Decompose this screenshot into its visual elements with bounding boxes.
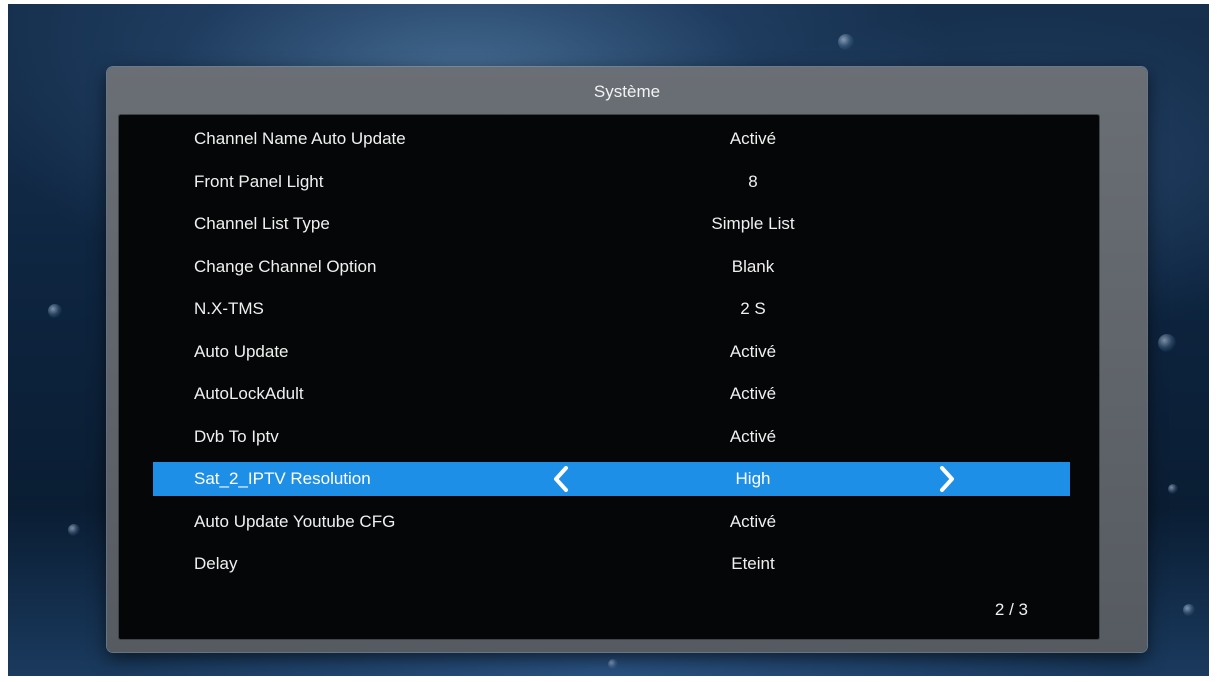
setting-value: Activé <box>729 129 777 148</box>
setting-value: 2 S <box>740 299 766 318</box>
setting-value: Blank <box>731 256 775 276</box>
water-drop-decoration <box>1183 604 1195 616</box>
setting-row[interactable]: Auto Update Youtube CFG Activé <box>153 505 1070 539</box>
setting-label: Channel List Type <box>194 214 330 233</box>
setting-value: Activé <box>729 426 777 446</box>
setting-value: Activé <box>729 341 777 361</box>
setting-label: AutoLockAdult <box>194 384 304 403</box>
page-indicator: 2 / 3 <box>994 600 1028 619</box>
water-drop-decoration <box>1158 334 1176 352</box>
setting-row[interactable]: Sat_2_IPTV Resolution High <box>153 462 1070 496</box>
setting-label: Front Panel Light <box>194 171 324 191</box>
setting-label: Dvb To Iptv <box>194 426 279 446</box>
setting-value: 8 <box>748 171 758 191</box>
setting-value: Activé <box>729 384 777 403</box>
water-drop-decoration <box>608 659 618 669</box>
setting-value: Simple List <box>711 214 795 233</box>
water-drop-decoration <box>1168 484 1178 494</box>
tv-screen: Système Channel Name Auto Update Activé Fr… <box>8 4 1209 676</box>
setting-label: Change Channel Option <box>194 256 377 276</box>
setting-value: Eteint <box>731 554 775 573</box>
setting-value: High <box>735 469 771 488</box>
setting-row[interactable]: Channel List Type Simple List <box>153 207 1070 241</box>
chevron-left-icon[interactable] <box>549 466 575 492</box>
settings-list-area: Channel Name Auto Update Activé Front Pane… <box>118 114 1100 640</box>
water-drop-decoration <box>68 524 80 536</box>
setting-row[interactable]: Front Panel Light 8 <box>153 165 1070 199</box>
setting-value: Activé <box>729 511 777 531</box>
setting-row[interactable]: AutoLockAdult Activé <box>153 377 1070 411</box>
water-drop-decoration <box>838 34 854 50</box>
setting-row[interactable]: Auto Update Activé <box>153 335 1070 369</box>
setting-row[interactable]: Delay Eteint <box>153 547 1070 581</box>
panel-title: Système <box>593 82 661 101</box>
setting-label: Delay <box>194 554 238 573</box>
setting-label: N.X-TMS <box>194 299 264 318</box>
chevron-right-icon[interactable] <box>933 466 959 492</box>
setting-label: Channel Name Auto Update <box>194 129 406 148</box>
setting-label: Auto Update <box>194 341 289 361</box>
setting-row[interactable]: Change Channel Option Blank <box>153 250 1070 284</box>
water-drop-decoration <box>48 304 62 318</box>
setting-label: Sat_2_IPTV Resolution <box>194 469 371 488</box>
system-settings-panel: Système Channel Name Auto Update Activé Fr… <box>107 67 1147 652</box>
setting-row[interactable]: Channel Name Auto Update Activé <box>153 122 1070 156</box>
setting-label: Auto Update Youtube CFG <box>194 511 396 531</box>
setting-row[interactable]: N.X-TMS 2 S <box>153 292 1070 326</box>
setting-row[interactable]: Dvb To Iptv Activé <box>153 420 1070 454</box>
